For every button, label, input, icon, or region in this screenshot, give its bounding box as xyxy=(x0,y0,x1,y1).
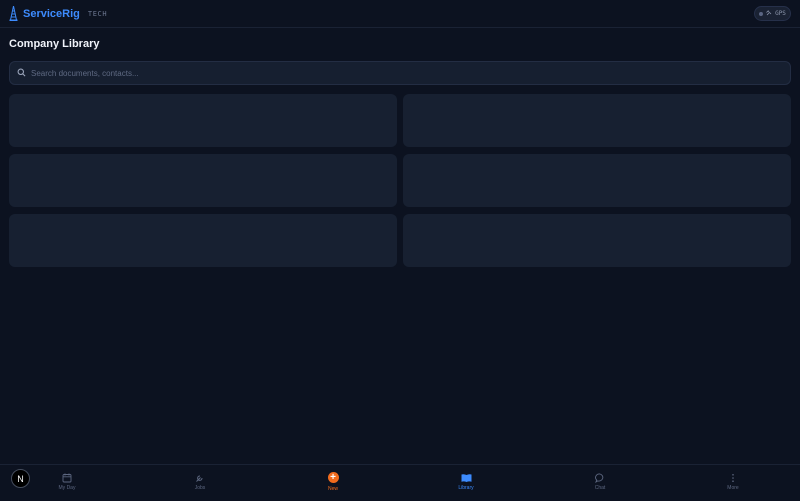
library-card-placeholder[interactable] xyxy=(403,214,791,267)
nav-label: New xyxy=(327,486,338,492)
nav-label: Jobs xyxy=(194,485,206,491)
app-name: ServiceRig xyxy=(23,7,80,20)
chat-bubble-icon xyxy=(570,473,630,484)
wrench-icon xyxy=(170,473,230,483)
gps-status-dot-icon xyxy=(759,11,764,16)
brand[interactable]: ServiceRig TECH xyxy=(9,6,107,21)
nav-more[interactable]: More xyxy=(703,473,763,491)
nav-new[interactable]: + New xyxy=(303,472,363,492)
nav-jobs[interactable]: Jobs xyxy=(170,473,230,491)
page-title: Company Library xyxy=(9,38,100,50)
satellite-icon xyxy=(766,9,772,18)
nav-label: My Day xyxy=(58,485,76,491)
search-icon xyxy=(17,64,26,82)
nav-label: More xyxy=(727,485,739,491)
nav-my-day[interactable]: My Day xyxy=(37,473,97,491)
nav-label: Library xyxy=(458,485,474,491)
nav-chat[interactable]: Chat xyxy=(570,473,630,491)
library-card-placeholder[interactable] xyxy=(9,94,397,147)
avatar[interactable]: N xyxy=(11,469,30,488)
library-card-placeholder[interactable] xyxy=(9,214,397,267)
gps-label: GPS xyxy=(775,10,786,17)
top-bar: ServiceRig TECH GPS xyxy=(0,0,800,28)
rig-logo-icon xyxy=(9,6,18,21)
bottom-navigation: My Day Jobs + New Library Chat More xyxy=(0,464,800,501)
app-tag: TECH xyxy=(87,9,108,18)
plus-circle-icon: + xyxy=(327,472,339,483)
book-icon xyxy=(436,473,496,483)
library-card-placeholder[interactable] xyxy=(403,154,791,207)
library-card-placeholder[interactable] xyxy=(9,154,397,207)
search-input[interactable] xyxy=(31,68,731,78)
search-bar[interactable] xyxy=(9,61,791,85)
gps-status-button[interactable]: GPS xyxy=(754,6,791,21)
nav-library[interactable]: Library xyxy=(436,473,496,491)
nav-label: Chat xyxy=(594,485,606,491)
more-vertical-icon xyxy=(703,473,763,483)
calendar-icon xyxy=(37,473,97,483)
library-card-placeholder[interactable] xyxy=(403,94,791,147)
